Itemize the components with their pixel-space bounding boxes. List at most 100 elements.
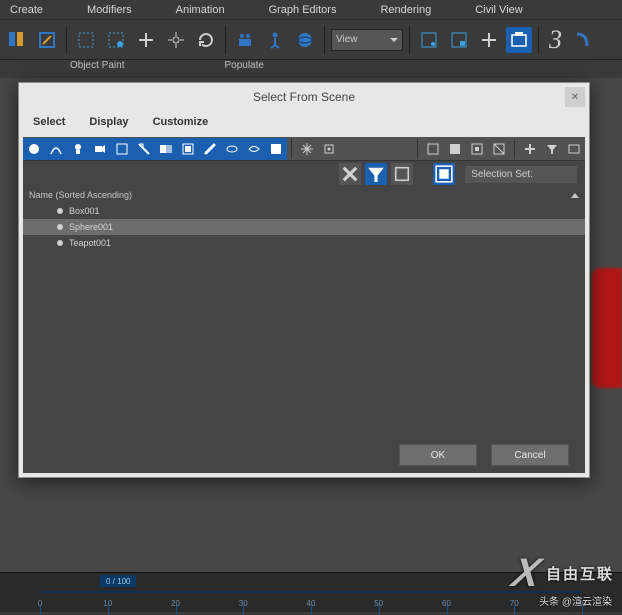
filter-shapes-icon[interactable]	[45, 138, 67, 160]
filter-hidden-icon[interactable]	[265, 138, 287, 160]
divider	[514, 139, 515, 159]
selection-set-label: Selection Set:	[471, 169, 533, 180]
filter-funnel-icon[interactable]	[541, 138, 563, 160]
edge-right-icon[interactable]	[570, 27, 596, 53]
people-flow-icon[interactable]	[232, 27, 258, 53]
dialog-title: Select From Scene	[253, 90, 355, 104]
lock-columns-icon[interactable]	[519, 138, 541, 160]
view-dropdown[interactable]: View	[331, 29, 403, 51]
selection-set-dropdown[interactable]: Selection Set:	[465, 166, 577, 183]
toggle-b-icon[interactable]	[446, 27, 472, 53]
close-icon: ✕	[571, 92, 579, 103]
dialog-toolbar-row2: Selection Set:	[23, 161, 585, 187]
filter-frozen-icon[interactable]	[243, 138, 265, 160]
list-item[interactable]: Teapot001	[23, 235, 585, 251]
timeline-tick-label: 50	[374, 599, 383, 608]
separator	[409, 26, 410, 54]
sort-asc-icon	[571, 193, 579, 198]
people-idle-icon[interactable]	[262, 27, 288, 53]
timeline-tick-label: 10	[103, 599, 112, 608]
display-influences-icon[interactable]	[488, 138, 510, 160]
separator	[66, 26, 67, 54]
close-button[interactable]: ✕	[565, 87, 585, 107]
dialog-menu-display[interactable]: Display	[89, 116, 128, 128]
menu-rendering[interactable]: Rendering	[380, 4, 431, 16]
watermark-x-icon: X	[509, 551, 545, 596]
select-region-icon[interactable]	[73, 27, 99, 53]
sublabel-populate: Populate	[224, 60, 263, 78]
options-icon[interactable]	[318, 138, 340, 160]
target-icon[interactable]	[163, 27, 189, 53]
list-header[interactable]: Name (Sorted Ascending)	[23, 187, 585, 203]
main-toolbar: View 3	[0, 20, 622, 60]
filter-bone-icon[interactable]	[199, 138, 221, 160]
menu-create[interactable]: Create	[10, 4, 43, 16]
capture-icon[interactable]	[506, 27, 532, 53]
dialog-titlebar[interactable]: Select From Scene ✕	[19, 83, 589, 111]
menu-civilview[interactable]: Civil View	[475, 4, 522, 16]
timeline-track[interactable]	[40, 591, 582, 593]
timeline-tick-label: 0	[38, 599, 42, 608]
watermark: X 自由互联	[513, 551, 614, 596]
list-item[interactable]: Box001	[23, 203, 585, 219]
timeline-tick-label: 40	[307, 599, 316, 608]
globe-icon[interactable]	[292, 27, 318, 53]
filter-helpers-icon[interactable]	[111, 138, 133, 160]
move-plus-icon[interactable]	[476, 27, 502, 53]
toggle-a-icon[interactable]	[416, 27, 442, 53]
filter-groups-icon[interactable]	[155, 138, 177, 160]
timeline-tick-label: 70	[510, 599, 519, 608]
dialog-menu-customize[interactable]: Customize	[153, 116, 209, 128]
separator	[538, 26, 539, 54]
select-from-scene-dialog: Select From Scene ✕ Select Display Custo…	[18, 82, 590, 478]
collapse-all-icon[interactable]	[444, 138, 466, 160]
filter-geometry-icon[interactable]	[23, 138, 45, 160]
menu-animation[interactable]: Animation	[176, 4, 225, 16]
watermark-brand: 自由互联	[546, 563, 614, 584]
config-columns-icon[interactable]	[563, 138, 585, 160]
three-label: 3	[549, 25, 562, 55]
chevron-down-icon	[390, 38, 398, 42]
ok-button[interactable]: OK	[399, 444, 477, 466]
dialog-body: Selection Set: Name (Sorted Ascending) B…	[23, 137, 585, 473]
snowflake-icon[interactable]	[296, 138, 318, 160]
sync-sel-icon[interactable]	[391, 163, 413, 185]
cancel-button-label: Cancel	[514, 450, 545, 461]
expand-all-icon[interactable]	[422, 138, 444, 160]
paint-deform-icon[interactable]	[34, 27, 60, 53]
clear-search-icon[interactable]	[339, 163, 361, 185]
refresh-icon[interactable]	[193, 27, 219, 53]
node-geometry-icon	[57, 224, 63, 230]
ok-button-label: OK	[431, 450, 445, 461]
menu-modifiers[interactable]: Modifiers	[87, 4, 132, 16]
divider	[291, 139, 292, 159]
cancel-button[interactable]: Cancel	[491, 444, 569, 466]
node-geometry-icon	[57, 240, 63, 246]
frame-indicator: 0 / 100	[100, 575, 136, 587]
filter-lights-icon[interactable]	[67, 138, 89, 160]
freeform-icon[interactable]	[4, 27, 30, 53]
filter-cameras-icon[interactable]	[89, 138, 111, 160]
dialog-menu-select[interactable]: Select	[33, 116, 65, 128]
separator	[324, 26, 325, 54]
scene-node-list[interactable]: Box001 Sphere001 Teapot001	[23, 203, 585, 437]
sublabel-object-paint: Object Paint	[70, 60, 124, 78]
plus-icon[interactable]	[133, 27, 159, 53]
divider	[417, 139, 418, 159]
main-menu-bar: Create Modifiers Animation Graph Editors…	[0, 0, 622, 20]
filter-container-icon[interactable]	[221, 138, 243, 160]
filter-toolbar	[23, 137, 585, 161]
list-item-label: Sphere001	[69, 222, 113, 232]
list-item[interactable]: Sphere001	[23, 219, 585, 235]
display-children-icon[interactable]	[466, 138, 488, 160]
separator	[225, 26, 226, 54]
filter-xrefs-icon[interactable]	[177, 138, 199, 160]
timeline-tick-label: 20	[171, 599, 180, 608]
timeline-tick-label: 60	[442, 599, 451, 608]
filter-sel-icon[interactable]	[365, 163, 387, 185]
selection-set-icon[interactable]	[433, 163, 455, 185]
filter-spacewarps-icon[interactable]	[133, 138, 155, 160]
select-object-icon[interactable]	[103, 27, 129, 53]
dialog-footer: OK Cancel	[23, 437, 585, 473]
menu-graph[interactable]: Graph Editors	[269, 4, 337, 16]
